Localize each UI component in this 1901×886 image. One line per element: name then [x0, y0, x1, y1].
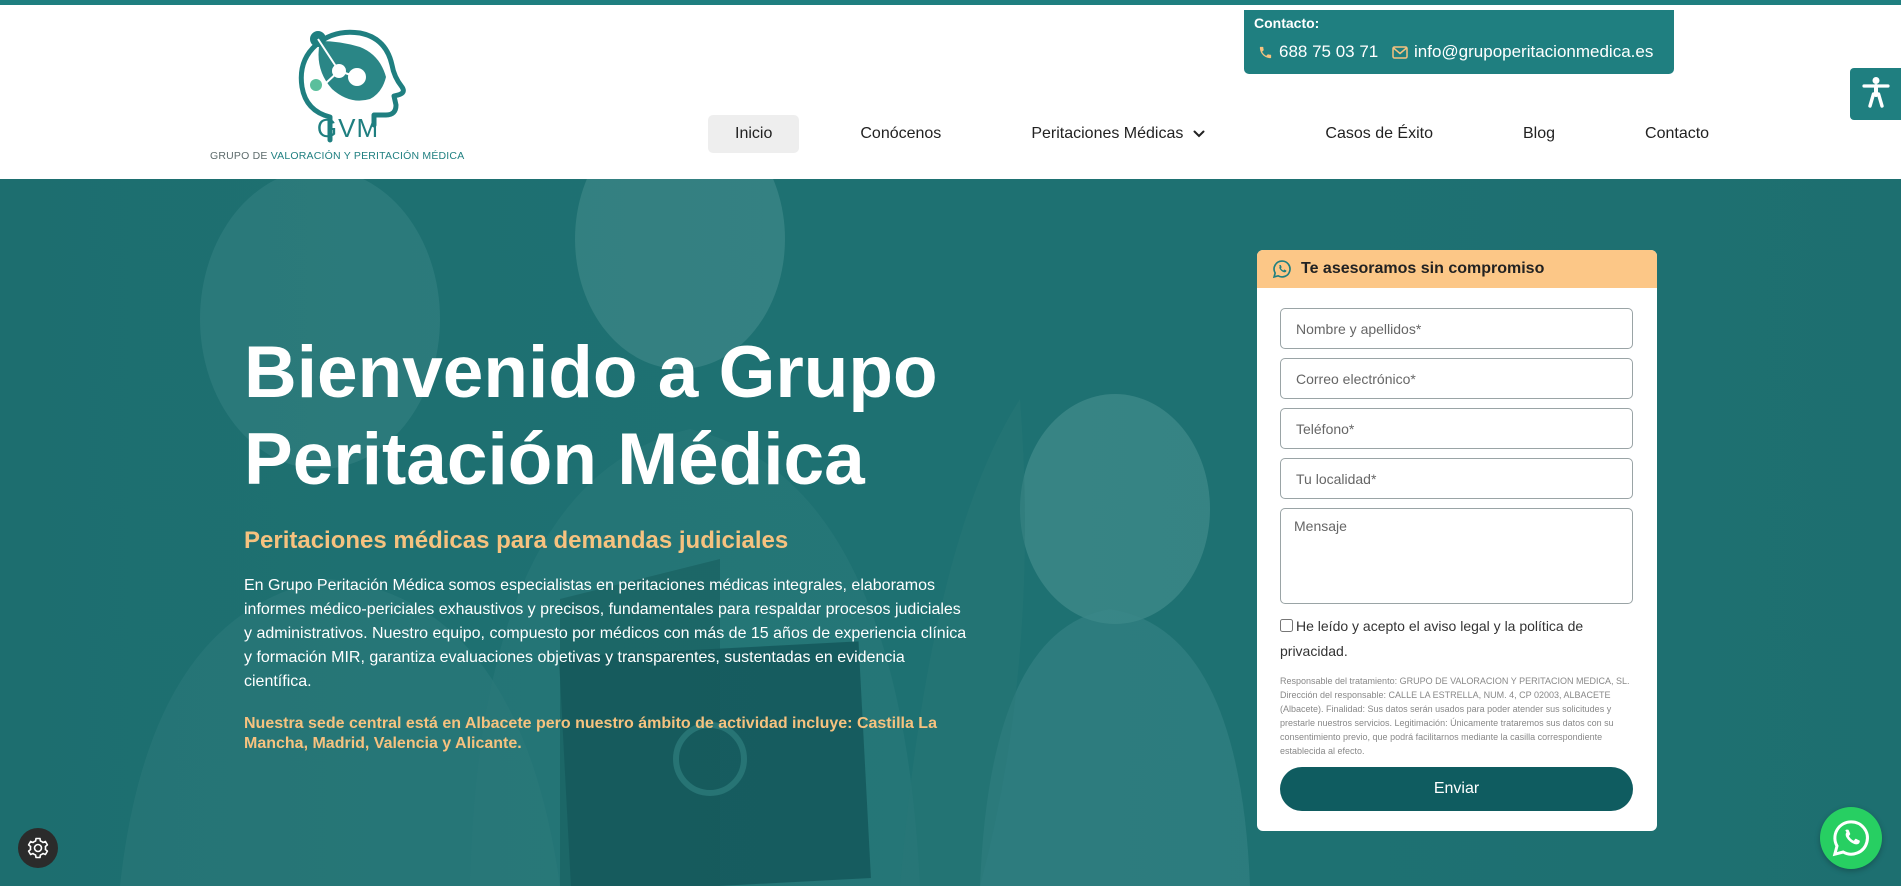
site-header: GVM GRUPO DE VALORACIÓN Y PERITACIÓN MÉD…: [0, 5, 1901, 179]
main-nav: Inicio Conócenos Peritaciones Médicas Ca…: [708, 115, 1736, 153]
whatsapp-float-button[interactable]: [1820, 807, 1882, 869]
chevron-down-icon: [1193, 130, 1205, 138]
hero-subtitle: Peritaciones médicas para demandas judic…: [244, 527, 789, 554]
consent-label[interactable]: He leído y acepto el aviso legal y la po…: [1280, 618, 1583, 659]
svg-text:GVM: GVM: [317, 113, 379, 143]
contact-email-text: info@grupoperitacionmedica.es: [1414, 42, 1654, 61]
nav-item-peritaciones[interactable]: Peritaciones Médicas: [1004, 115, 1232, 153]
contact-phone-text: 688 75 03 71: [1279, 42, 1379, 61]
hero-coverage-note: Nuestra sede central está en Albacete pe…: [244, 715, 937, 752]
logo-head-icon: GVM: [298, 29, 406, 143]
contact-email-link[interactable]: info@grupoperitacionmedica.es: [1392, 42, 1653, 62]
contact-phone-link[interactable]: 688 75 03 71: [1258, 42, 1378, 62]
contact-title: Contacto:: [1254, 15, 1320, 31]
phone-icon: [1258, 45, 1273, 60]
city-field[interactable]: [1280, 458, 1633, 499]
nav-item-conocenos[interactable]: Conócenos: [833, 115, 968, 153]
cookie-settings-button[interactable]: [18, 828, 58, 868]
envelope-icon: [1392, 45, 1408, 59]
email-field[interactable]: [1280, 358, 1633, 399]
submit-button[interactable]: Enviar: [1280, 767, 1633, 811]
contact-box: Contacto: 688 75 03 71 info@grupoperitac…: [1244, 10, 1674, 74]
whatsapp-icon: [1272, 259, 1292, 279]
accessibility-button[interactable]: [1850, 68, 1901, 120]
logo-caption: GRUPO DE VALORACIÓN Y PERITACIÓN MÉDICA: [210, 150, 465, 162]
nav-item-inicio[interactable]: Inicio: [708, 115, 800, 153]
nav-item-casos-exito[interactable]: Casos de Éxito: [1298, 115, 1460, 153]
hero-title: Bienvenido a Grupo Peritación Médica: [244, 332, 938, 500]
privacy-legal-text: Responsable del tratamiento: GRUPO DE VA…: [1280, 676, 1630, 756]
gear-icon: [26, 836, 50, 860]
accessibility-icon: [1861, 76, 1891, 113]
contact-form-card: Te asesoramos sin compromiso He leído y …: [1257, 250, 1657, 831]
consent-checkbox[interactable]: [1280, 619, 1293, 632]
hero-section: Bienvenido a Grupo Peritación Médica Per…: [0, 179, 1901, 886]
consent-row: He leído y acepto el aviso legal y la po…: [1280, 614, 1635, 664]
hero-description: En Grupo Peritación Médica somos especia…: [244, 577, 967, 690]
form-header: Te asesoramos sin compromiso: [1257, 250, 1657, 288]
phone-field[interactable]: [1280, 408, 1633, 449]
nav-item-blog[interactable]: Blog: [1496, 115, 1582, 153]
site-logo[interactable]: GVM GRUPO DE VALORACIÓN Y PERITACIÓN MÉD…: [210, 25, 472, 170]
form-heading: Te asesoramos sin compromiso: [1301, 260, 1545, 277]
name-field[interactable]: [1280, 308, 1633, 349]
whatsapp-icon: [1831, 818, 1871, 858]
nav-item-contacto[interactable]: Contacto: [1618, 115, 1736, 153]
message-field[interactable]: [1280, 508, 1633, 604]
